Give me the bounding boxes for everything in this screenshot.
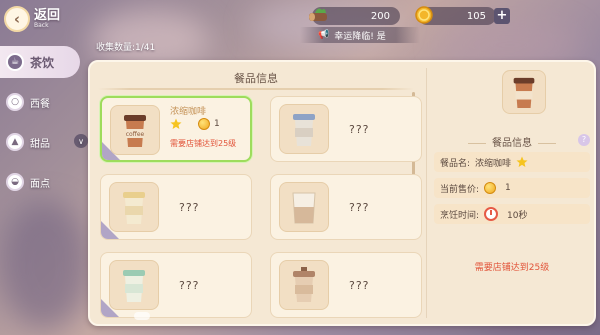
cup-silhouette-icon: [109, 260, 159, 310]
food-card-espresso[interactable]: coffee 浓缩咖啡 1 需要店铺达到25级: [100, 96, 252, 162]
megaphone-icon: 📢: [318, 30, 330, 40]
price-row: 1: [170, 118, 220, 130]
food-card-locked[interactable]: ???: [100, 252, 252, 318]
food-card-locked[interactable]: ???: [270, 174, 422, 240]
detail-time-row: 烹饪时间: 10秒: [434, 204, 590, 224]
back-arrow-icon: ‹: [4, 6, 30, 32]
detail-label: 餐品名:: [440, 158, 471, 169]
svg-text:coffee: coffee: [126, 131, 145, 138]
food-card-locked[interactable]: ???: [270, 252, 422, 318]
cup-silhouette-icon: [109, 182, 159, 232]
food-name: 浓缩咖啡: [170, 107, 207, 117]
nav-item-western[interactable]: ○ 西餐: [0, 86, 80, 118]
star-icon: [516, 156, 528, 167]
nav-label: 西餐: [30, 98, 50, 110]
details-heading: 餐品信息: [428, 134, 596, 149]
bun-icon: ◒: [6, 173, 24, 191]
nav-item-dessert[interactable]: ▲ 甜品 ∨: [0, 126, 88, 158]
detail-requirement: 需要店铺达到25级: [474, 263, 550, 273]
detail-time-value: 10秒: [507, 210, 528, 221]
coin-icon: [412, 3, 436, 27]
food-info-panel: 餐品信息 coffee 浓缩咖啡 1 需要店铺达到25级 ??? ??? ???…: [88, 60, 596, 326]
collection-count: 收集数量:1/41: [96, 43, 156, 53]
nav-item-pastry[interactable]: ◒ 面点: [0, 166, 80, 198]
hidden-name: ???: [179, 279, 200, 292]
plate-icon: ○: [6, 93, 24, 111]
add-coin-button[interactable]: +: [494, 8, 510, 24]
nav-item-tea[interactable]: ☕ 茶饮: [0, 46, 80, 78]
selected-food-image: [502, 70, 546, 114]
cake-icon: ▲: [6, 133, 24, 151]
lucky-text: 幸运降临! 是: [334, 31, 386, 42]
unlock-requirement: 需要店铺达到25级: [170, 139, 237, 148]
detail-name-row: 餐品名: 浓缩咖啡: [434, 152, 590, 172]
coin-icon: [198, 118, 210, 130]
hidden-name: ???: [349, 201, 370, 214]
coffee-cup-icon: coffee: [110, 105, 160, 155]
back-sublabel: Back: [34, 22, 49, 29]
hidden-name: ???: [349, 123, 370, 136]
coin-amount: 105: [466, 10, 486, 22]
food-price: 1: [214, 119, 220, 129]
wood-amount: 200: [370, 10, 390, 22]
detail-name-value: 浓缩咖啡: [475, 158, 512, 169]
lucky-notice: 📢 幸运降临! 是: [300, 27, 420, 43]
detail-label: 烹饪时间:: [440, 210, 480, 221]
glass-silhouette-icon: [279, 182, 329, 232]
title-divider: [98, 88, 414, 90]
detail-price-row: 当前售价: 1: [434, 178, 590, 198]
chevron-down-icon[interactable]: ∨: [74, 134, 88, 148]
help-icon[interactable]: ?: [578, 134, 590, 146]
cup-silhouette-icon: [279, 104, 329, 154]
star-icon: [170, 118, 182, 129]
wood-log-icon: [306, 3, 330, 27]
category-nav: ☕ 茶饮 ○ 西餐 ▲ 甜品 ∨ ◒ 面点: [0, 46, 88, 206]
nav-label: 茶饮: [30, 55, 55, 70]
detail-price-value: 1: [505, 183, 511, 193]
section-divider: [426, 68, 427, 318]
page-indicator: [134, 312, 150, 320]
hidden-name: ???: [179, 201, 200, 214]
back-label: 返回: [34, 8, 61, 23]
food-card-locked[interactable]: ???: [100, 174, 252, 240]
coin-resource: 105 +: [415, 6, 510, 25]
nav-label: 面点: [30, 178, 50, 190]
detail-label: 当前售价:: [440, 184, 480, 195]
alarm-clock-icon: [484, 207, 499, 221]
nav-label: 甜品: [30, 138, 50, 150]
back-button[interactable]: ‹ 返回 Back: [4, 4, 82, 34]
cup-icon: ☕: [6, 53, 24, 71]
cup-silhouette-icon: [279, 260, 329, 310]
coin-icon: [484, 182, 497, 194]
wood-resource: 200: [309, 7, 400, 25]
hidden-name: ???: [349, 279, 370, 292]
food-card-locked[interactable]: ???: [270, 96, 422, 162]
panel-title: 餐品信息: [234, 72, 278, 85]
